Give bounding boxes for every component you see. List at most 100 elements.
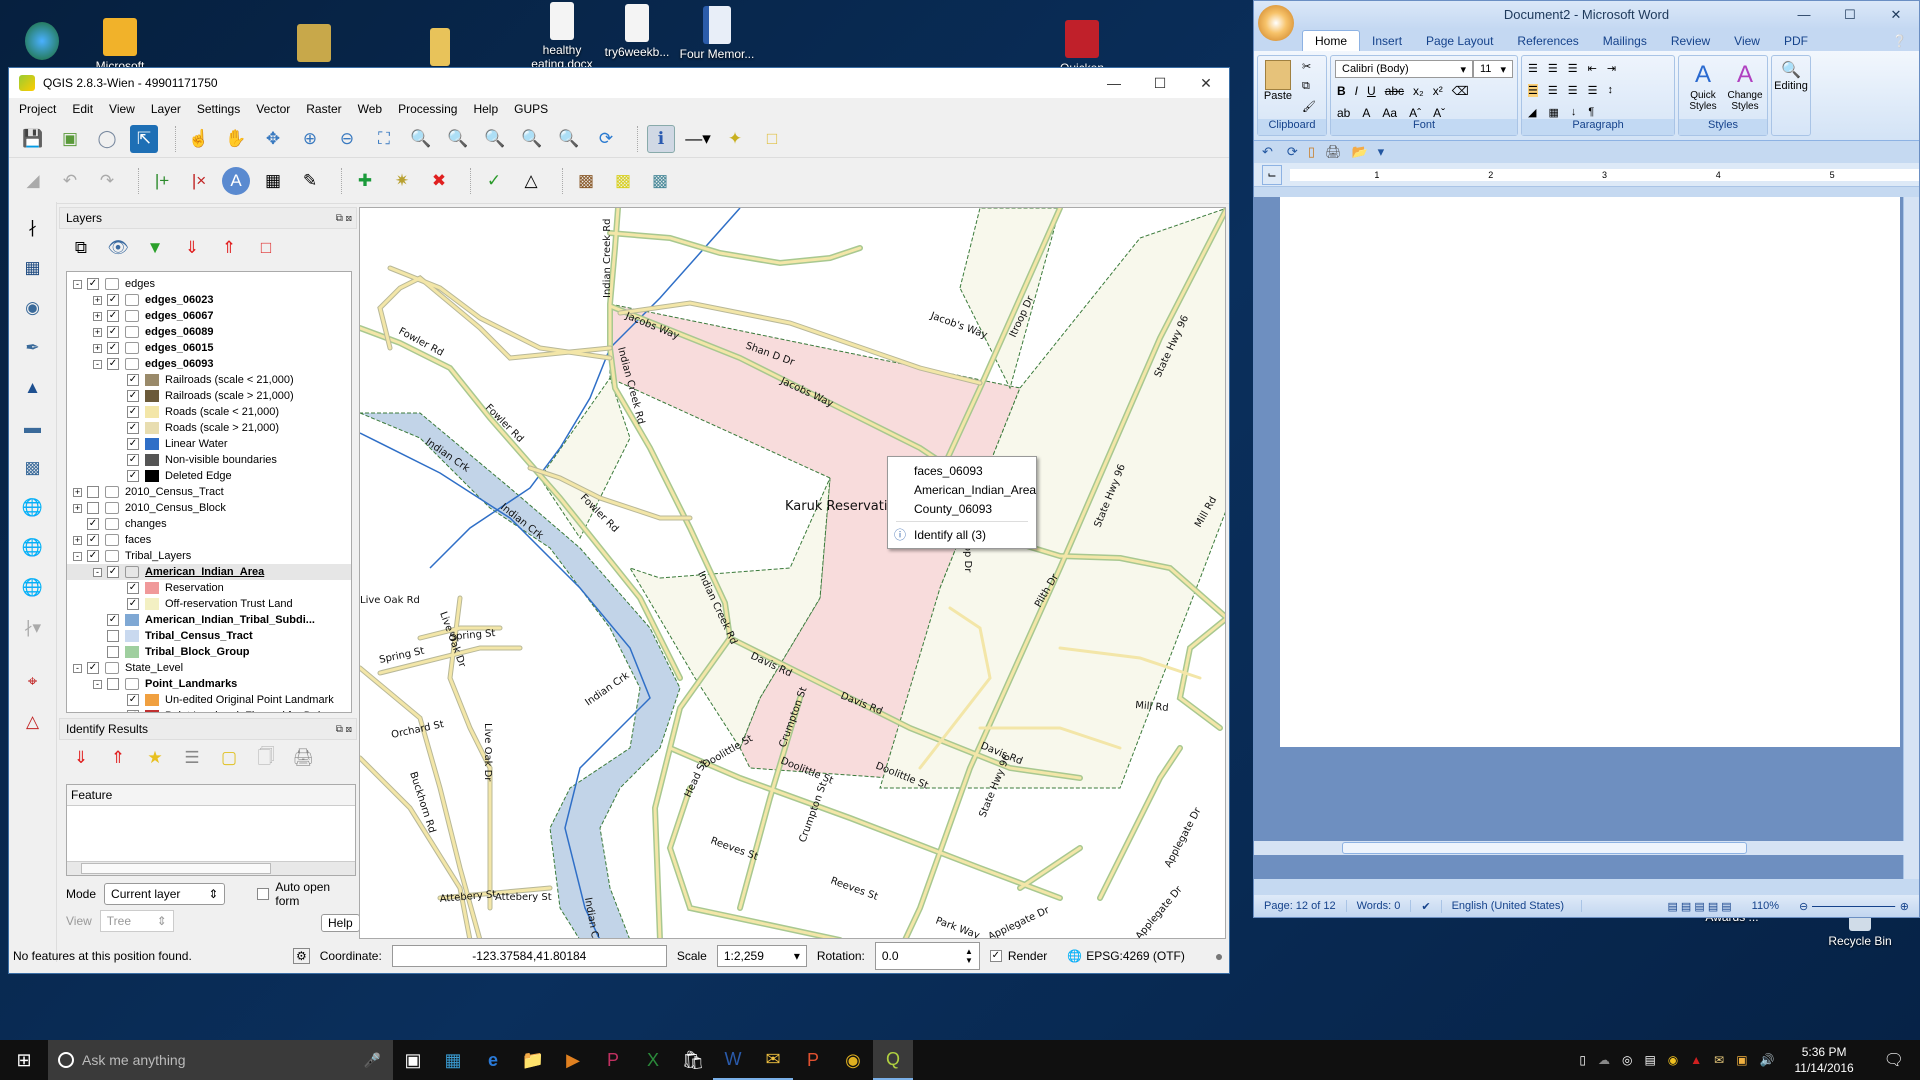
word-maximize-button[interactable]: ☐	[1827, 1, 1873, 29]
layer-tree-item[interactable]: Tribal_Block_Group	[67, 644, 351, 660]
minimize-button[interactable]: —	[1091, 68, 1137, 98]
expand-icon[interactable]: +	[93, 295, 102, 305]
layer-visibility-checkbox[interactable]: ✓	[107, 614, 119, 626]
layer-tree-item[interactable]: ✓ Railroads (scale < 21,000)	[67, 372, 351, 388]
layer-tree-item[interactable]: - ✓ Tribal_Layers	[67, 548, 351, 564]
identify-results-table[interactable]: Feature	[66, 784, 356, 876]
editing-button[interactable]: Editing	[1774, 80, 1808, 92]
undo-icon[interactable]: ↶	[1262, 144, 1273, 160]
identify-features-icon[interactable]: ℹ	[647, 124, 675, 153]
layer-tree-item[interactable]: +2010_Census_Block	[67, 500, 351, 516]
layer-tree-item[interactable]: ✓ Non-visible boundaries	[67, 452, 351, 468]
outlook-tray-icon[interactable]: ▣	[1736, 1053, 1747, 1067]
start-button[interactable]: ⊞	[0, 1040, 48, 1080]
collapse-icon[interactable]: -	[73, 663, 82, 673]
coordinate-toggle-icon[interactable]: ⚙	[293, 948, 310, 964]
layer-visibility-checkbox[interactable]: ✓	[87, 278, 99, 290]
zoom-to-selection-icon[interactable]: 🔍	[407, 125, 435, 153]
collapse-icon[interactable]: -	[93, 679, 102, 689]
vertex-tool-icon[interactable]: △	[17, 708, 49, 736]
expand-icon[interactable]: +	[93, 327, 102, 337]
expand-tree-icon[interactable]: ⇓	[67, 744, 95, 772]
desktop-icon-try6weekb[interactable]: try6weekb...	[595, 4, 679, 59]
paste-button[interactable]: Paste	[1262, 60, 1294, 102]
horizontal-scrollbar[interactable]	[67, 861, 355, 875]
desktop-icon-folder[interactable]	[398, 28, 482, 69]
cortana-search[interactable]: Ask me anything 🎤	[48, 1040, 393, 1080]
italic-button[interactable]: I	[1355, 84, 1358, 98]
tab-page-layout[interactable]: Page Layout	[1414, 31, 1505, 51]
menu-project[interactable]: Project	[19, 102, 56, 116]
layer-visibility-checkbox[interactable]: ✓	[127, 438, 139, 450]
layer-tree-item[interactable]: ✓ American_Indian_Tribal_Subdi...	[67, 612, 351, 628]
composer-manager-icon[interactable]: ◯	[93, 125, 121, 153]
layer-tree-item[interactable]: - ✓ edges	[67, 276, 351, 292]
layer-visibility-checkbox[interactable]	[87, 502, 99, 514]
add-vector-layer-icon[interactable]: ∤	[17, 214, 49, 242]
delete-landmark-icon[interactable]: ✖	[425, 167, 453, 195]
onedrive-icon[interactable]: ☁	[1598, 1053, 1610, 1067]
layer-tree-item[interactable]: ✓ Deleted Edge	[67, 468, 351, 484]
zoom-out-icon[interactable]: ⊖	[333, 125, 361, 153]
taskbar-app-explorer[interactable]: 📁	[513, 1040, 553, 1080]
bold-button[interactable]: B	[1337, 84, 1346, 98]
desktop-icon-four-memor[interactable]: Four Memor...	[675, 6, 759, 61]
menu-item-faces[interactable]: faces_06093	[888, 461, 1036, 480]
edit-landmark-icon[interactable]: ✷	[388, 167, 416, 195]
font-size-combo[interactable]: 11 ▾	[1473, 60, 1513, 78]
layer-visibility-checkbox[interactable]	[107, 678, 119, 690]
clear-highlights-icon[interactable]: ▢	[215, 744, 243, 772]
add-oracle-layer-icon[interactable]: ▬	[17, 414, 49, 442]
touch-zoom-icon[interactable]: ☝	[185, 125, 213, 153]
layer-tree-item[interactable]: + ✓ edges_06067	[67, 308, 351, 324]
crs-globe-icon[interactable]: 🌐	[1067, 949, 1082, 963]
layer-tree-item[interactable]: ✓ Railroads (scale > 21,000)	[67, 388, 351, 404]
customize-qat-icon[interactable]: ▾	[1378, 144, 1385, 160]
layer-tree-item[interactable]: ✓ Un-edited Original Point Landmark	[67, 692, 351, 708]
taskbar-app-publisher[interactable]: P	[593, 1040, 633, 1080]
export-zip-icon[interactable]: ▩	[572, 167, 600, 195]
menu-vector[interactable]: Vector	[256, 102, 290, 116]
microphone-icon[interactable]: 🎤	[364, 1052, 381, 1069]
taskbar-app-edge[interactable]: e	[473, 1040, 513, 1080]
zoom-slider[interactable]: ⊖ ⊕	[1789, 900, 1919, 913]
add-edge-icon[interactable]: |+	[148, 167, 176, 195]
copy-icon[interactable]: ⧉	[1302, 80, 1310, 93]
crosshair-icon[interactable]: ⌖	[17, 668, 49, 696]
zoom-native-icon[interactable]: 🔍	[481, 125, 509, 153]
strikethrough-button[interactable]: abc	[1385, 84, 1404, 98]
layer-tree-item[interactable]: - Point_Landmarks	[67, 676, 351, 692]
print-icon[interactable]: 🖨	[1325, 144, 1342, 160]
sort-button[interactable]: ↓	[1571, 106, 1577, 119]
document-page[interactable]	[1280, 197, 1900, 747]
taskbar-app-media[interactable]: ▶	[553, 1040, 593, 1080]
delete-edge-icon[interactable]: |×	[185, 167, 213, 195]
crs-status[interactable]: EPSG:4269 (OTF)	[1086, 949, 1185, 963]
align-right-button[interactable]: ☰	[1568, 84, 1578, 97]
layer-tree-item[interactable]: - ✓ State_Level	[67, 660, 351, 676]
undo-icon[interactable]: ↶	[56, 167, 84, 195]
acrobat-icon[interactable]: ▲	[1690, 1053, 1702, 1067]
collapse-icon[interactable]: -	[93, 359, 102, 369]
view-select[interactable]: Tree ⇕	[99, 910, 174, 932]
taskbar-app-chrome[interactable]: ◉	[833, 1040, 873, 1080]
export-map-icon[interactable]: ▩	[646, 167, 674, 195]
layer-visibility-checkbox[interactable]: ✓	[127, 694, 139, 706]
attribute-table-icon[interactable]: ▦	[259, 167, 287, 195]
justify-button[interactable]: ☰	[1588, 84, 1598, 97]
add-landmark-icon[interactable]: ✚	[351, 167, 379, 195]
add-group-icon[interactable]: ⧉	[67, 234, 95, 262]
bullets-button[interactable]: ☰	[1528, 62, 1538, 75]
add-wfs-layer-icon[interactable]: 🌐	[17, 574, 49, 602]
editing-group[interactable]: 🔍 Editing	[1771, 55, 1811, 136]
add-spatialite-layer-icon[interactable]: ✒	[17, 334, 49, 362]
layer-visibility-checkbox[interactable]: ✓	[127, 582, 139, 594]
layer-tree-item[interactable]: ✓ Roads (scale < 21,000)	[67, 404, 351, 420]
taskbar-app-excel[interactable]: X	[633, 1040, 673, 1080]
office-button[interactable]	[1258, 5, 1294, 41]
borders-button[interactable]: ▦	[1548, 106, 1558, 119]
menu-layer[interactable]: Layer	[151, 102, 181, 116]
layer-visibility-checkbox[interactable]: ✓	[107, 358, 119, 370]
proofing-icon[interactable]: ✔	[1411, 899, 1442, 913]
expand-icon[interactable]: +	[73, 503, 82, 513]
